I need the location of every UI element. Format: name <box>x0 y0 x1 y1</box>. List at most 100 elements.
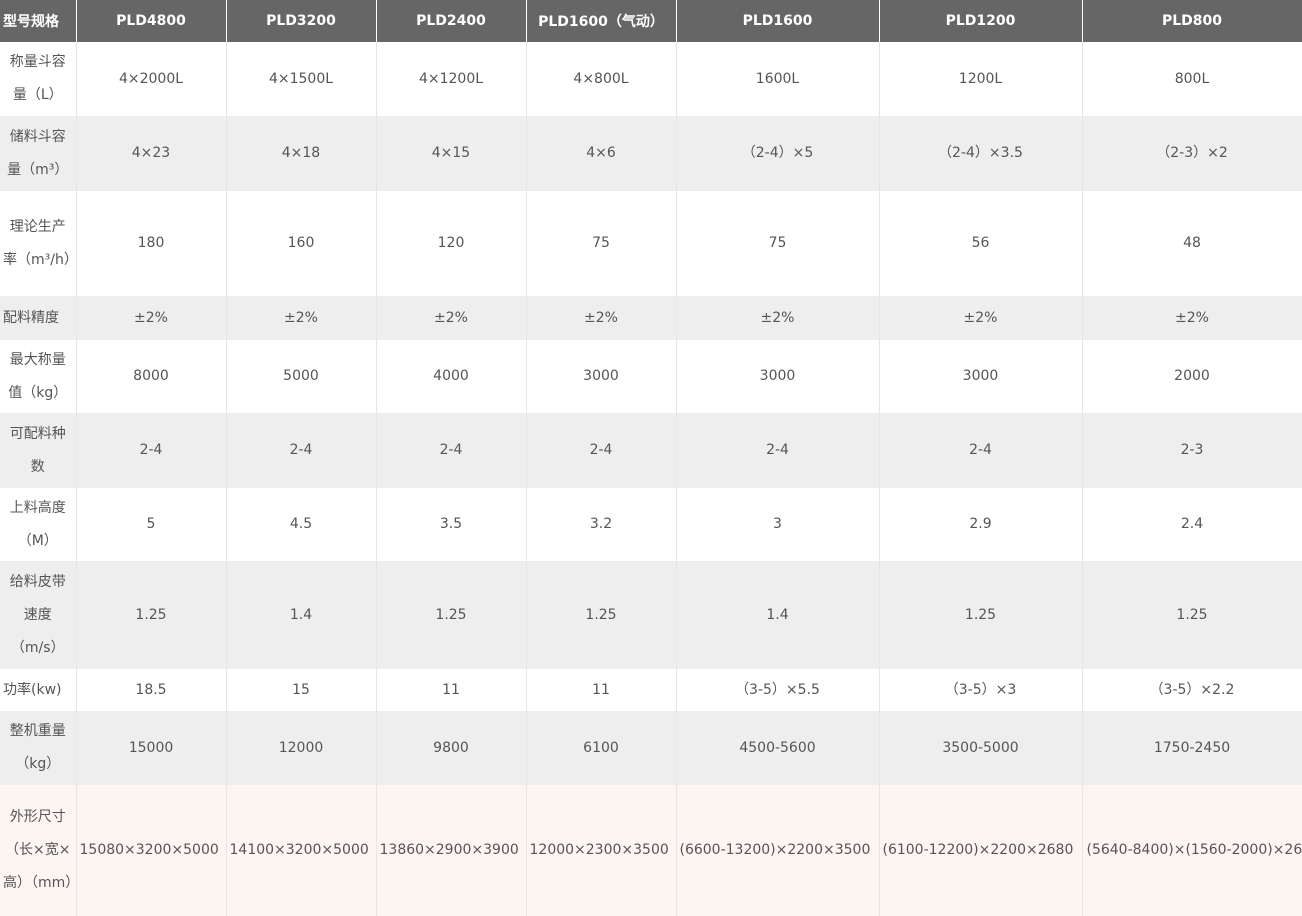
table-row: 配料精度 ±2% ±2% ±2% ±2% ±2% ±2% ±2% <box>0 296 1302 340</box>
row-label: 储料斗容量（m³） <box>0 116 77 191</box>
table-cell: 4500-5600 <box>676 711 880 785</box>
header-model: PLD800 <box>1082 0 1302 42</box>
table-cell: 2-4 <box>879 413 1083 488</box>
table-cell: 2000 <box>1082 340 1302 413</box>
table-cell: 5 <box>76 488 227 561</box>
table-cell: 1.25 <box>526 561 677 669</box>
table-cell: 2.9 <box>879 488 1083 561</box>
table-cell: 1600L <box>676 42 880 116</box>
table-cell: 4×2000L <box>76 42 227 116</box>
table-row: 最大称量值（kg） 8000 5000 4000 3000 3000 3000 … <box>0 340 1302 413</box>
table-cell: 1750-2450 <box>1082 711 1302 785</box>
table-cell: 3.2 <box>526 488 677 561</box>
table-cell: 3.5 <box>376 488 527 561</box>
table-cell: 1.4 <box>226 561 377 669</box>
table-cell: 12000×2300×3500 <box>526 785 677 916</box>
table-cell: 14100×3200×5000 <box>226 785 377 916</box>
table-cell: （2-3）×2 <box>1082 116 1302 191</box>
table-row: 储料斗容量（m³） 4×23 4×18 4×15 4×6 （2-4）×5 （2-… <box>0 116 1302 191</box>
table-cell: 120 <box>376 191 527 296</box>
table-cell: 1.25 <box>879 561 1083 669</box>
table-cell: (6100-12200)×2200×2680 <box>879 785 1083 916</box>
table-cell: 3500-5000 <box>879 711 1083 785</box>
spec-table: 型号规格 PLD4800 PLD3200 PLD2400 PLD1600（气动）… <box>0 0 1302 916</box>
table-cell: ±2% <box>376 296 527 340</box>
table-cell: 3000 <box>676 340 880 413</box>
table-cell: 75 <box>676 191 880 296</box>
row-label: 功率(kw) <box>0 669 77 711</box>
table-cell: 1.25 <box>1082 561 1302 669</box>
table-cell: 2-4 <box>676 413 880 488</box>
table-cell: 4×1500L <box>226 42 377 116</box>
table-cell: 15000 <box>76 711 227 785</box>
table-cell: 15080×3200×5000 <box>76 785 227 916</box>
table-cell: 3000 <box>879 340 1083 413</box>
row-label: 理论生产率（m³/h） <box>0 191 77 296</box>
table-row: 给料皮带速度（m/s） 1.25 1.4 1.25 1.25 1.4 1.25 … <box>0 561 1302 669</box>
table-cell: 8000 <box>76 340 227 413</box>
table-cell: 4×1200L <box>376 42 527 116</box>
table-cell: 2-4 <box>376 413 527 488</box>
table-cell: 4×6 <box>526 116 677 191</box>
table-cell: 3000 <box>526 340 677 413</box>
header-corner: 型号规格 <box>0 0 77 42</box>
table-cell: 15 <box>226 669 377 711</box>
header-model: PLD2400 <box>376 0 527 42</box>
table-cell: 6100 <box>526 711 677 785</box>
table-row: 称量斗容量（L） 4×2000L 4×1500L 4×1200L 4×800L … <box>0 42 1302 116</box>
table-cell: ±2% <box>526 296 677 340</box>
table-cell: 56 <box>879 191 1083 296</box>
row-label: 外形尺寸（长×宽×高）（mm） <box>0 785 77 916</box>
table-cell: 2-4 <box>226 413 377 488</box>
table-cell: ±2% <box>226 296 377 340</box>
table-row: 整机重量（kg） 15000 12000 9800 6100 4500-5600… <box>0 711 1302 785</box>
table-cell: 5000 <box>226 340 377 413</box>
row-label: 上料高度（M） <box>0 488 77 561</box>
table-row: 理论生产率（m³/h） 180 160 120 75 75 56 48 <box>0 191 1302 296</box>
table-cell: 75 <box>526 191 677 296</box>
table-row: 上料高度（M） 5 4.5 3.5 3.2 3 2.9 2.4 <box>0 488 1302 561</box>
table-cell: 1.4 <box>676 561 880 669</box>
table-cell: (6600-13200)×2200×3500 <box>676 785 880 916</box>
header-model: PLD3200 <box>226 0 377 42</box>
row-label: 可配料种数 <box>0 413 77 488</box>
table-cell: （3-5）×2.2 <box>1082 669 1302 711</box>
table-row: 功率(kw) 18.5 15 11 11 （3-5）×5.5 （3-5）×3 （… <box>0 669 1302 711</box>
table-cell: 4×23 <box>76 116 227 191</box>
header-model: PLD1200 <box>879 0 1083 42</box>
table-cell: 12000 <box>226 711 377 785</box>
row-label: 整机重量（kg） <box>0 711 77 785</box>
table-cell: 180 <box>76 191 227 296</box>
table-cell: 48 <box>1082 191 1302 296</box>
table-cell: (5640-8400)×(1560-2000)×2680 <box>1082 785 1302 916</box>
table-cell: ±2% <box>676 296 880 340</box>
table-cell: 2-4 <box>526 413 677 488</box>
table-cell: 18.5 <box>76 669 227 711</box>
table-cell: ±2% <box>1082 296 1302 340</box>
row-label: 称量斗容量（L） <box>0 42 77 116</box>
table-cell: 1.25 <box>376 561 527 669</box>
table-cell: 800L <box>1082 42 1302 116</box>
header-row: 型号规格 PLD4800 PLD3200 PLD2400 PLD1600（气动）… <box>0 0 1302 42</box>
table-cell: 2-3 <box>1082 413 1302 488</box>
table-cell: 1.25 <box>76 561 227 669</box>
row-label: 配料精度 <box>0 296 77 340</box>
header-model: PLD1600 <box>676 0 880 42</box>
header-model: PLD1600（气动） <box>526 0 677 42</box>
table-cell: 2-4 <box>76 413 227 488</box>
table-cell: 11 <box>526 669 677 711</box>
table-cell: 4000 <box>376 340 527 413</box>
table-cell: 2.4 <box>1082 488 1302 561</box>
header-model: PLD4800 <box>76 0 227 42</box>
table-cell: ±2% <box>879 296 1083 340</box>
row-label: 最大称量值（kg） <box>0 340 77 413</box>
table-cell: 4.5 <box>226 488 377 561</box>
table-cell: 4×15 <box>376 116 527 191</box>
table-cell: 4×18 <box>226 116 377 191</box>
table-cell: （3-5）×5.5 <box>676 669 880 711</box>
table-cell: 13860×2900×3900 <box>376 785 527 916</box>
table-cell: 4×800L <box>526 42 677 116</box>
table-cell: 9800 <box>376 711 527 785</box>
table-cell: ±2% <box>76 296 227 340</box>
table-cell: 3 <box>676 488 880 561</box>
